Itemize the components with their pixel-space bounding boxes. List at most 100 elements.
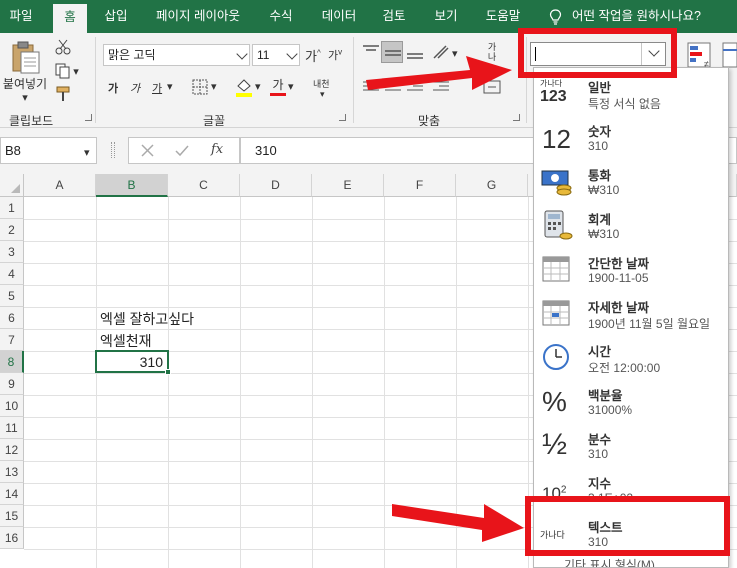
chevron-down-icon[interactable]: [286, 48, 298, 60]
format-short-date[interactable]: 간단한 날짜 1900-11-05: [534, 248, 728, 292]
cell-b7[interactable]: 엑셀천재: [100, 331, 152, 351]
format-accounting[interactable]: 회계 ₩310: [534, 204, 728, 248]
row-header-5[interactable]: 5: [0, 285, 24, 307]
name-box-dropdown-icon[interactable]: ▾: [84, 146, 90, 159]
format-time[interactable]: 시간 오전 12:00:00: [534, 336, 728, 380]
format-sample: 1900-11-05: [588, 271, 649, 285]
accounting-icon: [544, 210, 573, 240]
format-fraction[interactable]: ½ 분수 310: [534, 424, 728, 468]
tab-formulas[interactable]: 수식: [260, 0, 302, 33]
chevron-down-icon[interactable]: [236, 48, 248, 60]
tab-view[interactable]: 보기: [425, 0, 467, 33]
row-header-2[interactable]: 2: [0, 219, 24, 241]
select-all-corner[interactable]: [0, 174, 24, 197]
annotation-box-format-combo: [518, 28, 677, 78]
format-name: 지수: [588, 477, 612, 491]
insert-function-button[interactable]: fx: [211, 142, 223, 157]
format-name: 시간: [588, 345, 612, 359]
tab-page-layout[interactable]: 페이지 레이아웃: [148, 0, 248, 33]
row-header-15[interactable]: 15: [0, 505, 24, 527]
format-name: 숫자: [588, 125, 612, 139]
active-cell-b8[interactable]: 310: [95, 350, 171, 375]
font-name-combo[interactable]: 맑은 고딕: [103, 44, 250, 66]
more-number-formats-link[interactable]: 기타 표시 형식(M)...: [564, 556, 665, 567]
tab-review[interactable]: 검토: [373, 0, 415, 33]
copy-icon[interactable]: [55, 63, 71, 79]
general-icon: 가나다 123: [540, 79, 567, 105]
row-header-13[interactable]: 13: [0, 461, 24, 483]
fill-color-icon[interactable]: [235, 77, 253, 97]
clipboard-launcher-icon[interactable]: [85, 114, 92, 121]
name-box[interactable]: B8: [0, 137, 97, 164]
column-header-g[interactable]: G: [456, 174, 528, 197]
format-painter-icon[interactable]: [55, 85, 73, 103]
row-header-11[interactable]: 11: [0, 417, 24, 439]
paste-dropdown-icon[interactable]: ▾: [20, 91, 30, 104]
format-number[interactable]: 12 숫자 310: [534, 116, 728, 160]
tab-data[interactable]: 데이터: [314, 0, 364, 33]
cancel-icon[interactable]: [141, 144, 154, 157]
column-header-b[interactable]: B: [96, 174, 168, 197]
row-header-3[interactable]: 3: [0, 241, 24, 263]
cell-b6[interactable]: 엑셀 잘하고싶다: [100, 309, 194, 329]
currency-icon: [541, 170, 572, 196]
column-header-c[interactable]: C: [168, 174, 240, 197]
select-all-triangle-icon: [11, 184, 20, 193]
format-name: 통화: [588, 169, 612, 183]
column-header-f[interactable]: F: [384, 174, 456, 197]
name-box-value: B8: [5, 143, 21, 158]
column-header-a[interactable]: A: [24, 174, 96, 197]
format-percent[interactable]: % 백분율 31000%: [534, 380, 728, 424]
tab-home[interactable]: 홈: [53, 4, 87, 33]
annotation-arrow-icon: [366, 56, 512, 90]
shrink-font-button[interactable]: 가v: [328, 47, 342, 63]
column-header-d[interactable]: D: [240, 174, 312, 197]
paste-button[interactable]: 붙여넣기: [0, 75, 50, 92]
enter-check-icon[interactable]: [175, 144, 189, 157]
format-name: 간단한 날짜: [588, 257, 649, 271]
grow-font-button[interactable]: 가^: [305, 46, 321, 65]
format-sample: ₩310: [588, 183, 620, 197]
format-name: 분수: [588, 433, 612, 447]
format-long-date[interactable]: 자세한 날짜 1900년 11월 5일 월요일: [534, 292, 728, 336]
tab-insert[interactable]: 삽입: [95, 0, 137, 33]
gridline: [96, 197, 97, 568]
font-launcher-icon[interactable]: [339, 114, 346, 121]
copy-dropdown-icon[interactable]: ▾: [72, 65, 80, 78]
borders-icon[interactable]: [192, 79, 208, 95]
format-sample: 특정 서식 없음: [588, 97, 661, 111]
row-header-14[interactable]: 14: [0, 483, 24, 505]
format-currency[interactable]: 통화 ₩310: [534, 160, 728, 204]
bold-button[interactable]: 가: [108, 80, 118, 96]
font-color-button[interactable]: 가: [270, 76, 286, 96]
row-header-9[interactable]: 9: [0, 373, 24, 395]
cut-icon[interactable]: [55, 39, 71, 55]
font-color-dropdown-icon[interactable]: ▾: [288, 80, 294, 93]
annotation-box-text-format: [525, 496, 730, 556]
fill-color-dropdown-icon[interactable]: ▾: [255, 80, 261, 93]
row-header-7[interactable]: 7: [0, 329, 24, 351]
tab-file[interactable]: 파일: [0, 0, 42, 33]
row-header-16[interactable]: 16: [0, 527, 24, 549]
row-header-6[interactable]: 6: [0, 307, 24, 329]
short-date-icon: [542, 256, 570, 282]
underline-button[interactable]: 가: [152, 80, 162, 96]
long-date-icon: [542, 300, 570, 326]
fill-handle[interactable]: [165, 369, 171, 375]
paste-icon[interactable]: [8, 41, 42, 75]
format-general[interactable]: 가나다 123 일반 특정 서식 없음: [534, 72, 728, 116]
row-header-10[interactable]: 10: [0, 395, 24, 417]
font-size-combo[interactable]: 11: [252, 44, 300, 66]
underline-dropdown-icon[interactable]: ▾: [167, 80, 173, 93]
formula-bar-grip[interactable]: [111, 142, 115, 158]
phonetic-dropdown-icon[interactable]: ▾: [320, 89, 325, 100]
gridline: [384, 197, 385, 568]
column-header-e[interactable]: E: [312, 174, 384, 197]
italic-button[interactable]: 가: [130, 80, 140, 96]
row-header-8[interactable]: 8: [0, 351, 24, 373]
row-header-4[interactable]: 4: [0, 263, 24, 285]
alignment-launcher-icon[interactable]: [513, 114, 520, 121]
row-header-1[interactable]: 1: [0, 197, 24, 219]
borders-dropdown-icon[interactable]: ▾: [211, 80, 217, 93]
row-header-12[interactable]: 12: [0, 439, 24, 461]
